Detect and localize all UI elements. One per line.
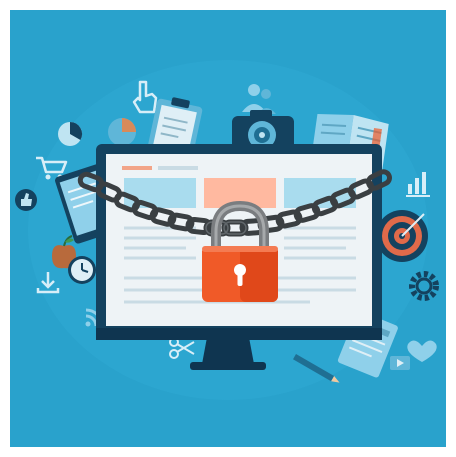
heart-icon <box>407 340 437 362</box>
video-icon <box>390 356 410 370</box>
clock-icon <box>68 256 96 284</box>
target-icon <box>376 210 428 262</box>
pie-chart-icon <box>108 118 136 146</box>
pie-chart-icon <box>58 122 83 146</box>
thumbs-up-icon <box>15 189 37 211</box>
locked-computer-illustration <box>15 60 439 400</box>
illustration-background <box>10 10 446 447</box>
